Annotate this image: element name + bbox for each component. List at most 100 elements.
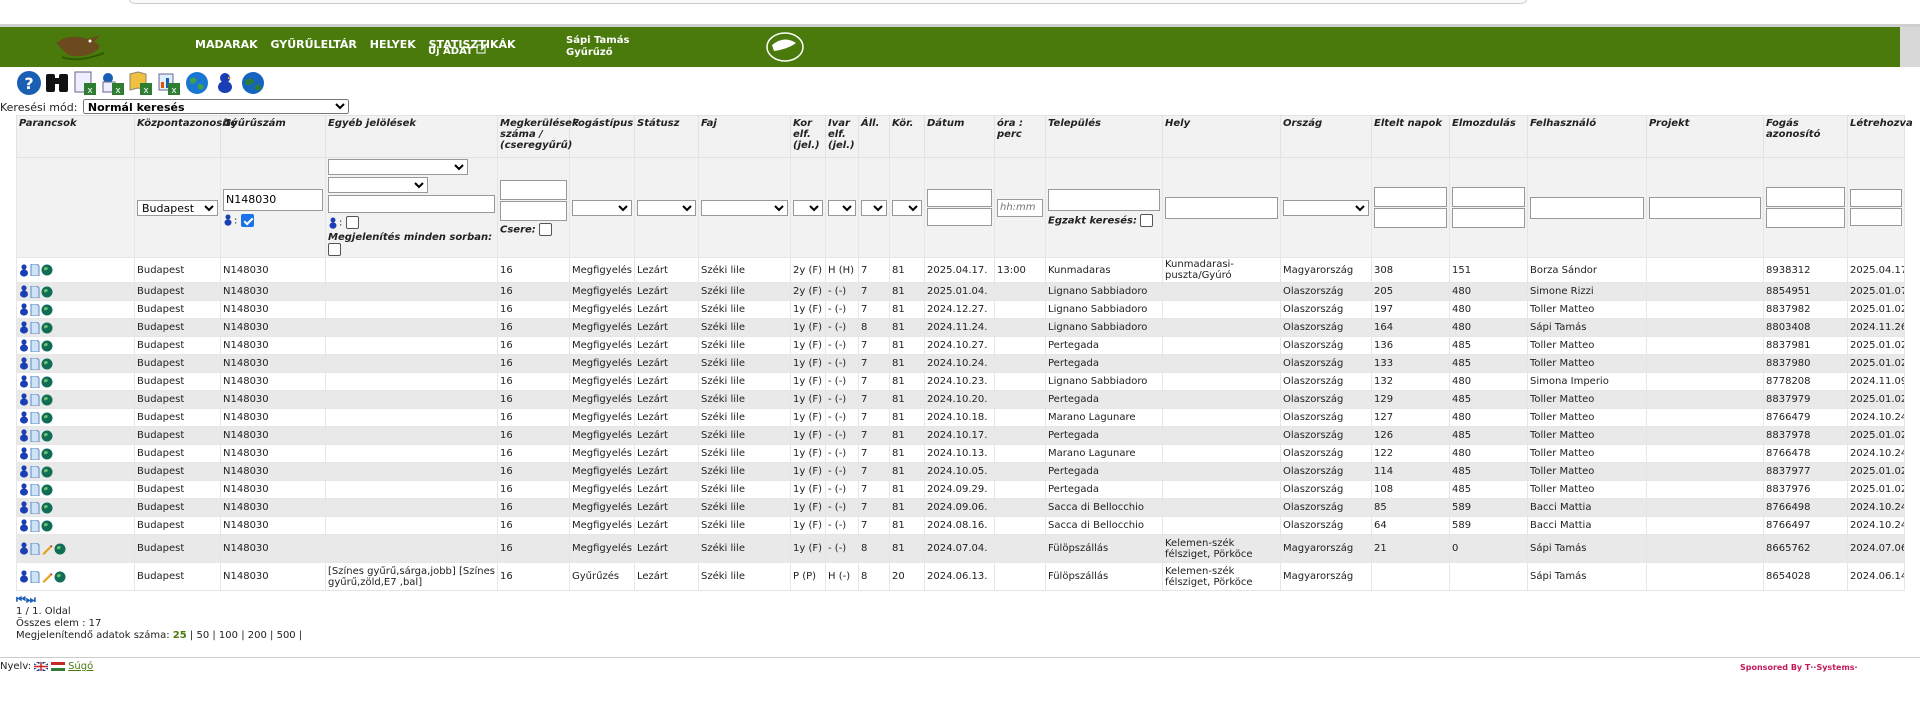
swap-ring-input[interactable] [500,200,567,221]
table-row[interactable]: Budapest N148030 16 Megfigyelés Lezárt Széki … [16,426,1905,445]
column-header[interactable]: Parancsok [16,115,135,158]
table-row[interactable]: Budapest N148030 16 Megfigyelés Lezárt Széki … [16,390,1905,409]
document-icon[interactable] [30,429,40,442]
globe-icon[interactable] [41,322,53,334]
column-header[interactable]: Település [1045,115,1163,158]
bird-icon[interactable] [19,447,29,460]
document-icon[interactable] [30,393,40,406]
export-stats-excel-icon[interactable]: x [156,70,182,96]
export-map-excel-icon[interactable]: x [128,70,154,96]
globe-icon[interactable] [41,304,53,316]
column-header[interactable]: Elmozdulás [1449,115,1528,158]
table-row[interactable]: Budapest N148030 16 Megfigyelés Lezárt Széki … [16,318,1905,337]
table-row[interactable]: Budapest N148030 16 Megfigyelés Lezárt Széki … [16,444,1905,463]
country-filter-select[interactable] [1283,199,1369,216]
bird-icon[interactable] [19,375,29,388]
globe-map-icon[interactable] [240,70,266,96]
place-input[interactable] [1165,196,1278,219]
document-icon[interactable] [30,339,40,352]
bird-icon[interactable] [19,501,29,514]
days-from-input[interactable] [1374,187,1447,207]
table-row[interactable]: Budapest N148030 16 Megfigyelés Lezárt Széki … [16,534,1905,563]
export-excel-icon[interactable]: x [72,70,98,96]
bird-icon[interactable] [19,411,29,424]
edit-pencil-icon[interactable] [41,571,53,583]
town-input[interactable] [1048,188,1160,211]
document-icon[interactable] [30,303,40,316]
globe-icon[interactable] [41,484,53,496]
column-header[interactable]: Hely [1162,115,1281,158]
globe-icon[interactable] [54,571,66,583]
bird-icon[interactable] [19,263,29,277]
dist-to-input[interactable] [1452,208,1525,228]
bird-icon[interactable] [19,429,29,442]
type-filter-select[interactable] [572,199,632,216]
table-row[interactable]: Budapest N148030 16 Megfigyelés Lezárt Széki … [16,300,1905,319]
document-icon[interactable] [30,465,40,478]
bird-icon[interactable] [19,303,29,316]
column-header[interactable]: Dátum [924,115,995,158]
column-header[interactable]: Ivar elf. (jel.) [825,115,859,158]
export-bird-excel-icon[interactable]: x [100,70,126,96]
column-header[interactable]: Központazonosító [134,115,237,158]
globe-icon[interactable] [41,286,53,298]
bird-icon[interactable] [19,483,29,496]
other-mark-select-1[interactable] [328,159,468,175]
document-icon[interactable] [30,483,40,496]
bird-icon[interactable] [19,393,29,406]
search-mode-select[interactable]: Normál keresés [82,99,349,114]
table-row[interactable]: Budapest N148030 16 Megfigyelés Lezárt Széki … [16,408,1905,427]
bird-icon[interactable] [19,570,29,583]
dist-from-input[interactable] [1452,187,1525,207]
column-header[interactable]: Fogás azonosító [1763,115,1848,158]
document-icon[interactable] [30,321,40,334]
column-header[interactable]: Fogástípus [569,115,635,158]
table-row[interactable]: Budapest N148030 16 Megfigyelés Lezárt Széki … [16,282,1905,301]
globe-icon[interactable] [54,543,66,555]
all-filter-select[interactable] [861,199,887,216]
globe-icon[interactable] [41,466,53,478]
document-icon[interactable] [30,285,40,298]
document-icon[interactable] [30,375,40,388]
time-input[interactable] [997,198,1043,217]
page-size-25[interactable]: 25 [173,630,187,641]
table-row[interactable]: Budapest N148030 16 Megfigyelés Lezárt Széki … [16,372,1905,391]
globe-icon[interactable] [184,70,210,96]
date-to-input[interactable] [927,208,992,226]
table-row[interactable]: Budapest N148030 16 Megfigyelés Lezárt Széki … [16,336,1905,355]
user-input[interactable] [1530,196,1644,219]
last-page-icon[interactable]: ⏭ [26,593,36,606]
catch-id-to-input[interactable] [1766,208,1845,228]
column-header[interactable]: Felhasználó [1527,115,1647,158]
globe-icon[interactable] [41,358,53,370]
exact-search-checkbox[interactable] [1140,213,1154,227]
age-filter-select[interactable] [793,199,823,216]
globe-icon[interactable] [41,340,53,352]
globe-icon[interactable] [41,264,53,276]
column-header[interactable]: Gyűrűszám [220,115,326,158]
nav-madarak[interactable]: MADARAK [195,38,258,51]
bird-icon[interactable] [19,542,29,555]
show-all-checkbox[interactable] [328,243,341,256]
bird-icon[interactable] [19,339,29,352]
table-row[interactable]: Budapest N148030 16 Megfigyelés Lezárt Széki … [16,480,1905,499]
globe-icon[interactable] [41,502,53,514]
sex-filter-select[interactable] [828,199,856,216]
created-from-input[interactable] [1850,189,1902,207]
days-to-input[interactable] [1374,208,1447,228]
column-header[interactable]: Státusz [634,115,699,158]
table-row[interactable]: Budapest N148030 16 Megfigyelés Lezárt Széki … [16,516,1905,535]
column-header[interactable]: Projekt [1646,115,1764,158]
species-filter-select[interactable] [701,199,788,216]
flag-hu-icon[interactable] [51,662,66,671]
other-mark-input[interactable] [328,195,495,213]
bird-logo-icon[interactable] [48,29,118,65]
document-icon[interactable] [30,447,40,460]
help-icon[interactable]: ? [16,70,42,96]
globe-icon[interactable] [41,520,53,532]
globe-icon[interactable] [41,376,53,388]
globe-icon[interactable] [41,430,53,442]
column-header[interactable]: Ország [1280,115,1372,158]
swap-checkbox[interactable] [539,222,553,236]
nav-helyek[interactable]: HELYEK [370,38,416,51]
